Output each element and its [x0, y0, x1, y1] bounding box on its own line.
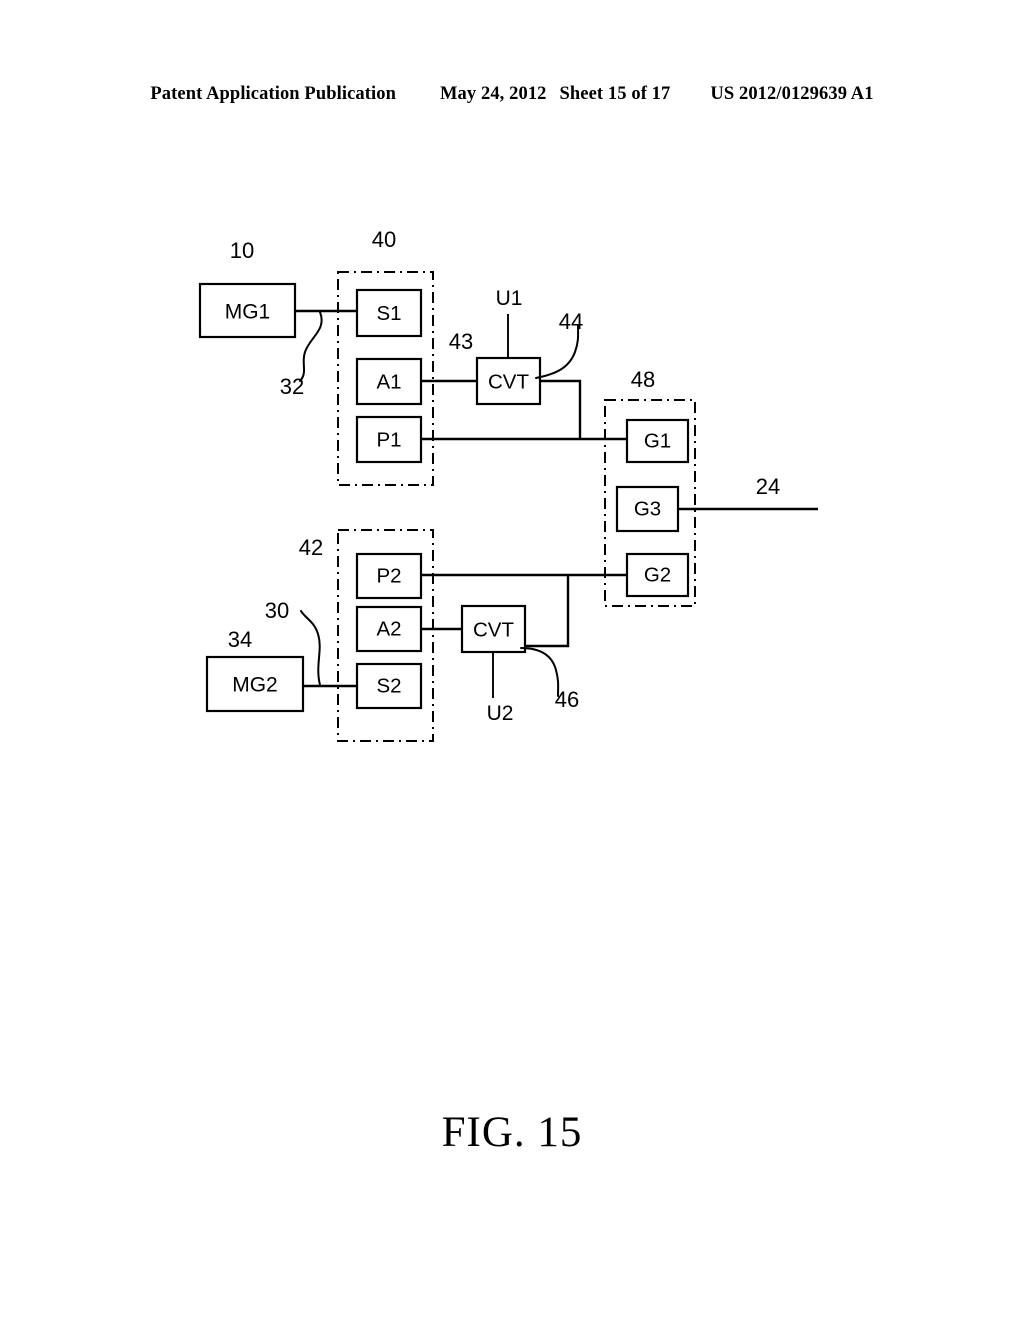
signal-label-u2: U2 — [487, 702, 514, 725]
block-mg1-label: MG1 — [225, 301, 271, 324]
block-p1-label: P1 — [376, 429, 401, 452]
block-p2: P2 — [355, 552, 423, 600]
ref-numeral-44: 44 — [559, 309, 583, 334]
ref-numeral-34: 34 — [228, 627, 252, 652]
block-a2: A2 — [355, 605, 423, 653]
block-cvt2: CVT — [460, 604, 527, 654]
block-s1: S1 — [355, 288, 423, 338]
ref-numeral-43: 43 — [449, 329, 473, 354]
block-s2: S2 — [355, 662, 423, 710]
block-s1-label: S1 — [376, 302, 401, 325]
block-g1-label: G1 — [644, 430, 671, 453]
signal-label-u1: U1 — [496, 287, 523, 310]
block-cvt1: CVT — [475, 356, 542, 406]
ref-numeral-46: 46 — [555, 687, 579, 712]
block-mg2: MG2 — [205, 655, 305, 713]
ref-numeral-48: 48 — [631, 367, 655, 392]
wire-cvt1-to-g1-line — [540, 379, 582, 439]
block-g2: G2 — [625, 552, 690, 598]
ref-numeral-24: 24 — [756, 474, 780, 499]
block-a2-label: A2 — [376, 618, 401, 641]
ref-numeral-10: 10 — [230, 238, 254, 263]
lead-line-32 — [299, 311, 323, 382]
block-a1: A1 — [355, 357, 423, 406]
ref-numeral-30: 30 — [265, 598, 289, 623]
block-cvt2-label: CVT — [473, 619, 514, 642]
block-p1: P1 — [355, 415, 423, 464]
lead-line-46 — [520, 647, 560, 697]
block-g2-label: G2 — [644, 564, 671, 587]
ref-numeral-42: 42 — [299, 535, 323, 560]
block-s2-label: S2 — [376, 675, 401, 698]
block-mg1: MG1 — [198, 282, 297, 339]
block-cvt1-label: CVT — [488, 371, 529, 394]
ref-numeral-40: 40 — [372, 227, 396, 252]
ref-numeral-32: 32 — [280, 374, 304, 399]
block-p2-label: P2 — [376, 565, 401, 588]
block-mg2-label: MG2 — [232, 674, 278, 697]
block-g3-label: G3 — [634, 498, 661, 521]
block-g3: G3 — [615, 485, 680, 533]
block-g1: G1 — [625, 418, 690, 464]
figure-caption: FIG. 15 — [441, 1109, 583, 1156]
block-a1-label: A1 — [376, 371, 401, 394]
wire-cvt2-to-g2-line — [525, 575, 570, 648]
